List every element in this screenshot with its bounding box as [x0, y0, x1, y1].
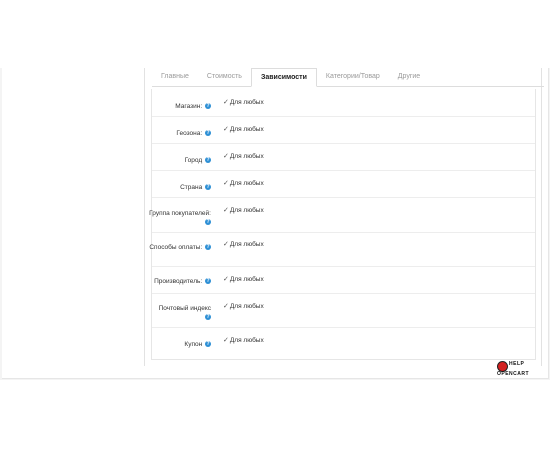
form-row-city: Город ? ✓Для любых: [152, 143, 535, 171]
field-label: Город ?: [184, 157, 211, 164]
form-row-geozone: Геозона: ? ✓Для любых: [152, 116, 535, 144]
tab-cost[interactable]: Стоимость: [198, 68, 251, 85]
help-icon[interactable]: ?: [205, 184, 211, 191]
tab-other[interactable]: Другие: [389, 68, 429, 85]
tab-main[interactable]: Главные: [152, 68, 198, 85]
form-row-payment-methods: Способы оплаты: ? ✓Для любых: [149, 232, 535, 267]
any-city-checkbox[interactable]: ✓Для любых: [223, 152, 264, 161]
field-label: Группа покупателей: ?: [149, 210, 211, 226]
form-row-postcode: Почтовый индекс ? ✓Для любых: [152, 293, 535, 328]
watermark-line2: OPENCART: [497, 371, 530, 377]
dependencies-form: Магазин: ? ✓Для любых Геозона: ? ✓Для лю…: [149, 89, 536, 360]
help-icon[interactable]: ?: [205, 219, 211, 226]
field-label: Способы оплаты: ?: [149, 244, 211, 251]
form-row-country: Страна ? ✓Для любых: [152, 170, 535, 198]
field-label: Купон ?: [184, 341, 211, 348]
checkmark-icon: ✓: [223, 303, 229, 310]
field-label: Почтовый индекс ?: [158, 305, 211, 321]
checkmark-icon: ✓: [223, 99, 229, 106]
tab-categories-products[interactable]: Категории/Товар: [317, 68, 389, 85]
field-label: Страна ?: [180, 184, 211, 191]
tab-bar: Главные Стоимость Зависимости Категории/…: [152, 68, 544, 87]
help-icon[interactable]: ?: [205, 314, 211, 321]
help-icon[interactable]: ?: [205, 341, 211, 348]
any-postcode-checkbox[interactable]: ✓Для любых: [223, 302, 264, 311]
checkmark-icon: ✓: [223, 207, 229, 214]
field-label: Производитель: ?: [154, 278, 211, 285]
checkmark-icon: ✓: [223, 126, 229, 133]
watermark-line1: HELP: [509, 361, 525, 367]
help-opencart-watermark: HELP OPENCART: [497, 361, 537, 378]
checkmark-icon: ✓: [223, 180, 229, 187]
help-icon[interactable]: ?: [205, 103, 211, 110]
tab-dependencies[interactable]: Зависимости: [250, 68, 317, 87]
checkmark-icon: ✓: [223, 337, 229, 344]
help-icon[interactable]: ?: [205, 157, 211, 164]
any-payment-method-checkbox[interactable]: ✓Для любых: [223, 240, 264, 249]
form-row-store: Магазин: ? ✓Для любых: [152, 89, 535, 117]
help-icon[interactable]: ?: [205, 130, 211, 137]
any-customer-group-checkbox[interactable]: ✓Для любых: [223, 206, 264, 215]
field-label: Магазин: ?: [175, 103, 211, 110]
form-row-customer-group: Группа покупателей: ? ✓Для любых: [149, 197, 535, 233]
any-coupon-checkbox[interactable]: ✓Для любых: [223, 336, 264, 345]
checkmark-icon: ✓: [223, 153, 229, 160]
form-row-manufacturer: Производитель: ? ✓Для любых: [152, 266, 535, 294]
any-manufacturer-checkbox[interactable]: ✓Для любых: [223, 275, 264, 284]
form-row-coupon: Купон ? ✓Для любых: [152, 327, 535, 359]
any-country-checkbox[interactable]: ✓Для любых: [223, 179, 264, 188]
checkmark-icon: ✓: [223, 241, 229, 248]
any-store-checkbox[interactable]: ✓Для любых: [223, 98, 264, 107]
any-geozone-checkbox[interactable]: ✓Для любых: [223, 125, 264, 134]
checkmark-icon: ✓: [223, 276, 229, 283]
help-icon[interactable]: ?: [205, 278, 211, 285]
help-icon[interactable]: ?: [205, 244, 211, 251]
field-label: Геозона: ?: [176, 130, 211, 137]
